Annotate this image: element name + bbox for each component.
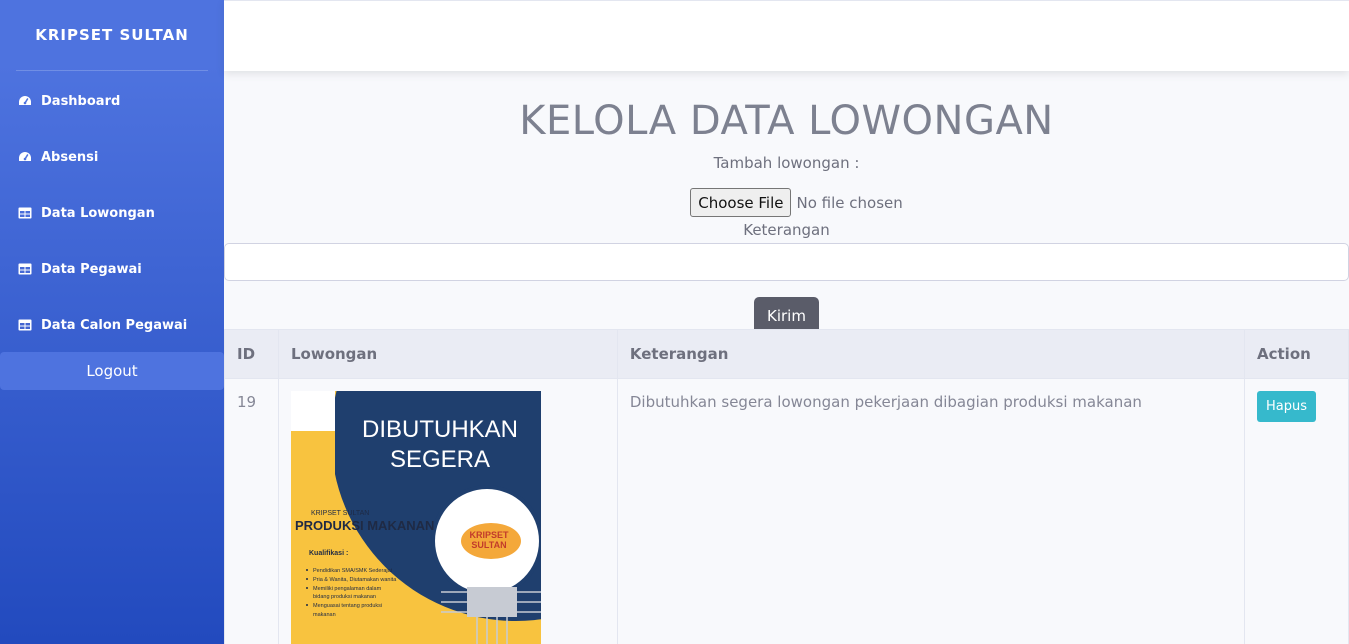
poster-kualifikasi-5: Menguasai tentang produksi	[313, 603, 382, 609]
poster-kualifikasi-4: bidang produksi makanan	[313, 594, 376, 600]
keterangan-input[interactable]	[224, 243, 1349, 281]
table-icon	[17, 206, 33, 220]
column-header-keterangan: Keterangan	[616, 329, 1246, 379]
vacancy-poster-image[interactable]: DIBUTUHKAN SEGERA KRIPSET SULTAN KRIPSET…	[290, 391, 541, 644]
poster-position: PRODUKSI MAKANAN	[295, 518, 434, 533]
vacancy-table: ID Lowongan Keterangan Action 19 DIBUTUH…	[224, 329, 1349, 644]
poster-logo-text-2: SULTAN	[471, 540, 506, 550]
cell-action: Hapus	[1244, 378, 1349, 644]
poster-kualifikasi-1: Pendidikan SMA/SMK Sederajat	[313, 568, 393, 574]
poster-headline-2: SEGERA	[390, 446, 490, 473]
choose-file-button[interactable]: Choose File	[690, 188, 792, 217]
table-icon	[17, 318, 33, 332]
column-header-lowongan: Lowongan	[277, 329, 618, 379]
add-vacancy-label: Tambah lowongan :	[713, 154, 860, 172]
sidebar-nav: Dashboard Absensi Data Lowongan Data Peg…	[0, 73, 224, 353]
cell-id: 19	[224, 378, 279, 644]
sidebar-item-data-lowongan[interactable]: Data Lowongan	[0, 185, 224, 241]
sidebar-item-label: Data Pegawai	[41, 261, 142, 277]
sidebar-item-label: Absensi	[41, 149, 99, 165]
table-row: 19 DIBUTUHKAN SEGERA KRIPSET SULTAN KRIP…	[224, 378, 1349, 644]
sidebar-item-absensi[interactable]: Absensi	[0, 129, 224, 185]
topbar	[224, 0, 1349, 71]
delete-button[interactable]: Hapus	[1257, 391, 1317, 422]
page-title: KELOLA DATA LOWONGAN	[519, 98, 1054, 144]
logout-button[interactable]: Logout	[0, 352, 224, 390]
poster-kualifikasi-6: makanan	[313, 612, 336, 618]
poster-kualifikasi-title: Kualifikasi :	[309, 550, 348, 557]
table-icon	[17, 262, 33, 276]
poster-kualifikasi-3: Memiliki pengalaman dalam	[313, 586, 382, 592]
sidebar-brand[interactable]: KRIPSET SULTAN	[0, 0, 224, 70]
sidebar: KRIPSET SULTAN Dashboard Absensi Data Lo…	[0, 0, 224, 644]
cell-keterangan: Dibutuhkan segera lowongan pekerjaan dib…	[616, 378, 1246, 644]
keterangan-label: Keterangan	[743, 221, 830, 239]
poster-company: KRIPSET SULTAN	[311, 510, 369, 517]
sidebar-item-data-calon-pegawai[interactable]: Data Calon Pegawai	[0, 297, 224, 353]
column-header-action: Action	[1244, 329, 1349, 379]
poster-logo-text-1: KRIPSET	[469, 530, 509, 540]
sidebar-divider	[16, 70, 208, 71]
poster-kualifikasi-2: Pria & Wanita, Diutamakan wanita	[313, 577, 397, 583]
sidebar-item-label: Data Lowongan	[41, 205, 155, 221]
gauge-icon	[17, 94, 33, 108]
file-status: No file chosen	[796, 193, 903, 212]
poster-headline-1: DIBUTUHKAN	[362, 416, 518, 443]
sidebar-item-label: Data Calon Pegawai	[41, 317, 188, 333]
sidebar-item-label: Dashboard	[41, 93, 121, 109]
gauge-icon	[17, 150, 33, 164]
cell-lowongan: DIBUTUHKAN SEGERA KRIPSET SULTAN KRIPSET…	[277, 378, 618, 644]
file-input: Choose File No file chosen	[224, 188, 1349, 217]
table-header-row: ID Lowongan Keterangan Action	[224, 329, 1349, 379]
main-content: KELOLA DATA LOWONGAN Tambah lowongan : C…	[224, 71, 1349, 644]
column-header-id: ID	[224, 329, 279, 379]
sidebar-item-dashboard[interactable]: Dashboard	[0, 73, 224, 129]
sidebar-item-data-pegawai[interactable]: Data Pegawai	[0, 241, 224, 297]
